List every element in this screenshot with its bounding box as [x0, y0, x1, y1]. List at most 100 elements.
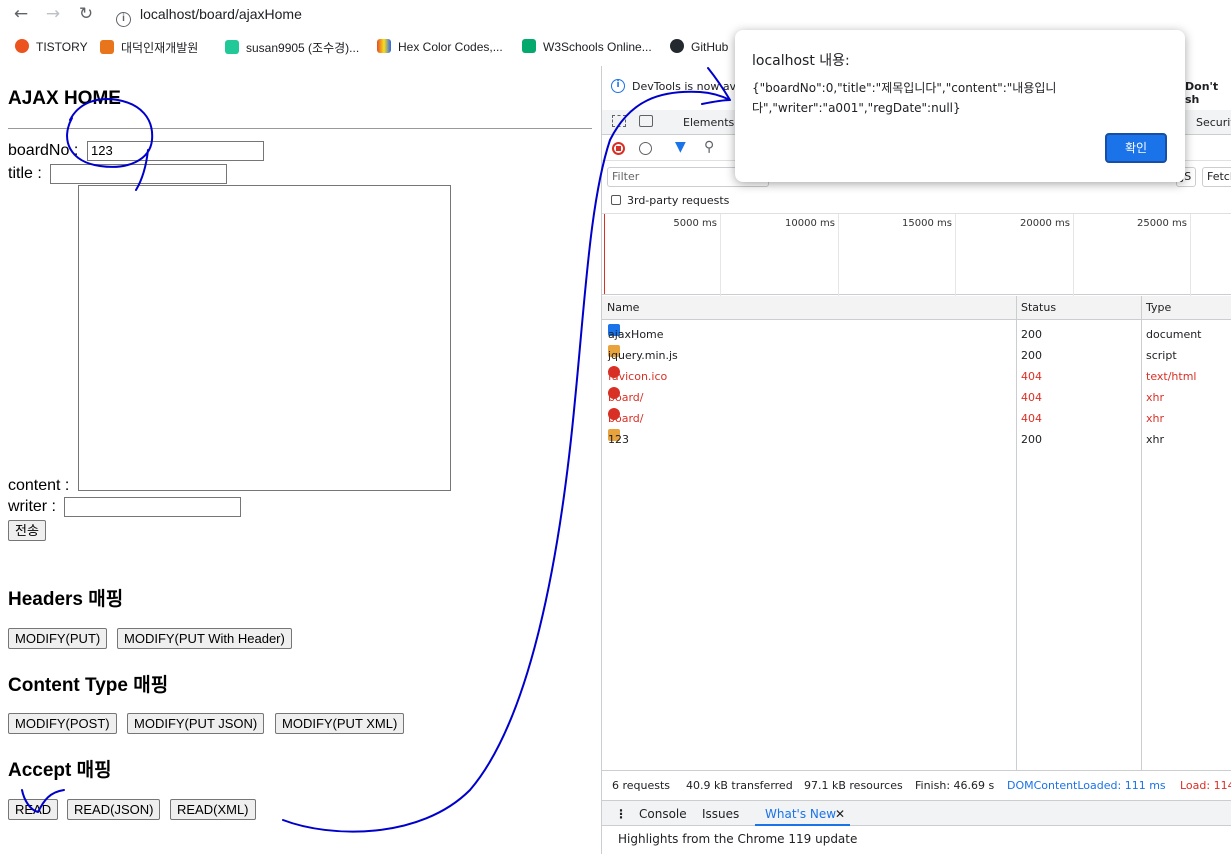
network-timeline[interactable]: 5000 ms 10000 ms 15000 ms 20000 ms 25000… — [602, 213, 1231, 296]
third-party-requests[interactable]: 3rd-party requests — [611, 194, 729, 207]
alert-dialog: localhost 내용: {"boardNo":0,"title":"제목입니… — [735, 30, 1185, 182]
request-type: xhr — [1146, 412, 1165, 425]
url-text: localhost/board/ajaxHome — [140, 6, 302, 22]
forward-arrow-icon[interactable]: → — [41, 3, 65, 25]
timeline-tick-label: 20000 ms — [1020, 218, 1070, 229]
reload-icon[interactable]: ↻ — [74, 3, 98, 25]
content-label: content : — [8, 477, 70, 494]
timeline-gridline — [955, 214, 956, 296]
tab-elements[interactable]: Elements — [683, 116, 734, 129]
title-label: title : — [8, 165, 42, 182]
bookmark-susan[interactable]: susan9905 (조수경)... — [225, 39, 359, 56]
back-arrow-icon[interactable]: ← — [9, 3, 33, 25]
tistory-icon — [15, 39, 29, 53]
info-icon: i — [611, 79, 625, 93]
read-json-button[interactable]: READ(JSON) — [67, 799, 161, 820]
summary-requests: 6 requests — [612, 779, 671, 792]
summary-dom-loaded: DOMContentLoaded: 111 ms — [1007, 779, 1166, 792]
timeline-gridline — [1190, 214, 1191, 296]
search-icon[interactable]: ⚲ — [704, 139, 714, 155]
submit-button[interactable]: 전송 — [8, 520, 46, 541]
dismiss-link[interactable]: Don't sh — [1185, 80, 1231, 106]
web-page: AJAX HOME boardNo : 123 title : content … — [0, 66, 600, 854]
headers-section-title: Headers 매핑 — [8, 589, 124, 610]
table-row[interactable]: favicon.ico 404 text/html — [602, 366, 1231, 387]
inspect-element-icon[interactable] — [612, 115, 626, 127]
record-stop-icon[interactable] — [612, 142, 625, 155]
modify-put-json-button[interactable]: MODIFY(PUT JSON) — [127, 713, 265, 734]
content-type-section-title: Content Type 매핑 — [8, 675, 169, 696]
content-textarea[interactable] — [78, 185, 451, 491]
column-header-name[interactable]: Name — [602, 296, 1016, 320]
title-input[interactable] — [50, 164, 227, 184]
table-row[interactable]: 123 200 xhr — [602, 429, 1231, 450]
address-bar: ← → ↻ i localhost/board/ajaxHome — [0, 0, 1231, 30]
divider — [8, 128, 592, 129]
timeline-load-marker — [604, 214, 605, 294]
tab-security[interactable]: Securit — [1196, 116, 1231, 129]
checkbox[interactable] — [611, 195, 621, 205]
info-icon[interactable]: i — [116, 12, 131, 27]
whats-new-highlights: Highlights from the Chrome 119 update — [618, 832, 858, 846]
pencil-icon — [100, 40, 114, 54]
timeline-tick-label: 5000 ms — [673, 218, 717, 229]
column-header-status[interactable]: Status — [1016, 296, 1141, 320]
url-field[interactable]: i localhost/board/ajaxHome — [116, 6, 302, 27]
request-type: document — [1146, 328, 1202, 341]
drawer-tab-console[interactable]: Console — [639, 801, 687, 827]
velog-icon — [225, 40, 239, 54]
request-status: 404 — [1021, 370, 1042, 383]
github-icon — [670, 39, 684, 53]
filter-icon[interactable]: ▼ — [675, 139, 686, 155]
requests-table: Name Status Type ajaxHome 200 document jque… — [602, 296, 1231, 770]
bookmark-w3schools[interactable]: W3Schools Online... — [522, 39, 652, 54]
drawer-tab-issues[interactable]: Issues — [702, 801, 739, 827]
request-type: xhr — [1146, 391, 1165, 404]
request-type: xhr — [1146, 433, 1165, 446]
bookmark-hex-color[interactable]: Hex Color Codes,... — [377, 39, 503, 54]
timeline-gridline — [720, 214, 721, 296]
color-book-icon — [377, 39, 391, 53]
devtools-info-text: DevTools is now ava — [632, 80, 743, 93]
modify-put-with-header-button[interactable]: MODIFY(PUT With Header) — [117, 628, 292, 649]
request-status: 200 — [1021, 349, 1042, 362]
read-xml-button[interactable]: READ(XML) — [170, 799, 256, 820]
table-row[interactable]: jquery.min.js 200 script — [602, 345, 1231, 366]
table-row[interactable]: ajaxHome 200 document — [602, 324, 1231, 345]
board-no-input[interactable]: 123 — [87, 141, 264, 161]
timeline-tick-label: 15000 ms — [902, 218, 952, 229]
timeline-gridline — [838, 214, 839, 296]
column-header-type[interactable]: Type — [1141, 296, 1231, 320]
alert-ok-button[interactable]: 확인 — [1105, 133, 1167, 163]
table-row[interactable]: board/404 xhr — [602, 387, 1231, 408]
table-row[interactable]: board/404 xhr — [602, 408, 1231, 429]
accept-section-title: Accept 매핑 — [8, 760, 112, 781]
summary-transferred: 40.9 kB transferred — [686, 779, 793, 792]
devtools-drawer-tabs: ⋮ Console Issues What's New ✕ — [602, 800, 1231, 826]
modify-put-button[interactable]: MODIFY(PUT) — [8, 628, 108, 649]
bookmark-tistory[interactable]: TISTORY — [15, 39, 88, 54]
drawer-menu-icon[interactable]: ⋮ — [615, 801, 627, 827]
modify-put-xml-button[interactable]: MODIFY(PUT XML) — [275, 713, 405, 734]
board-no-label: boardNo : — [8, 142, 79, 159]
bookmark-github[interactable]: GitHub — [670, 39, 728, 54]
page-title: AJAX HOME — [8, 88, 121, 109]
w3schools-icon — [522, 39, 536, 53]
network-summary-bar: 6 requests 40.9 kB transferred 97.1 kB r… — [602, 770, 1231, 800]
request-type: text/html — [1146, 370, 1197, 383]
clear-icon[interactable] — [639, 142, 652, 155]
read-button[interactable]: READ — [8, 799, 59, 820]
summary-load: Load: 114 — [1180, 779, 1231, 792]
request-status: 404 — [1021, 412, 1042, 425]
devtools-panel: i DevTools is now ava Don't sh Elements … — [601, 66, 1231, 854]
device-toolbar-icon[interactable] — [639, 115, 653, 127]
request-status: 404 — [1021, 391, 1042, 404]
filter-fetch-button[interactable]: Fetch — [1202, 167, 1231, 187]
request-status: 200 — [1021, 433, 1042, 446]
bookmark-daedeok[interactable]: 대덕인재개발원 — [100, 39, 198, 56]
writer-label: writer : — [8, 498, 56, 515]
alert-message: {"boardNo":0,"title":"제목입니다","content":"… — [752, 81, 1057, 115]
timeline-gridline — [1073, 214, 1074, 296]
writer-input[interactable] — [64, 497, 241, 517]
modify-post-button[interactable]: MODIFY(POST) — [8, 713, 117, 734]
